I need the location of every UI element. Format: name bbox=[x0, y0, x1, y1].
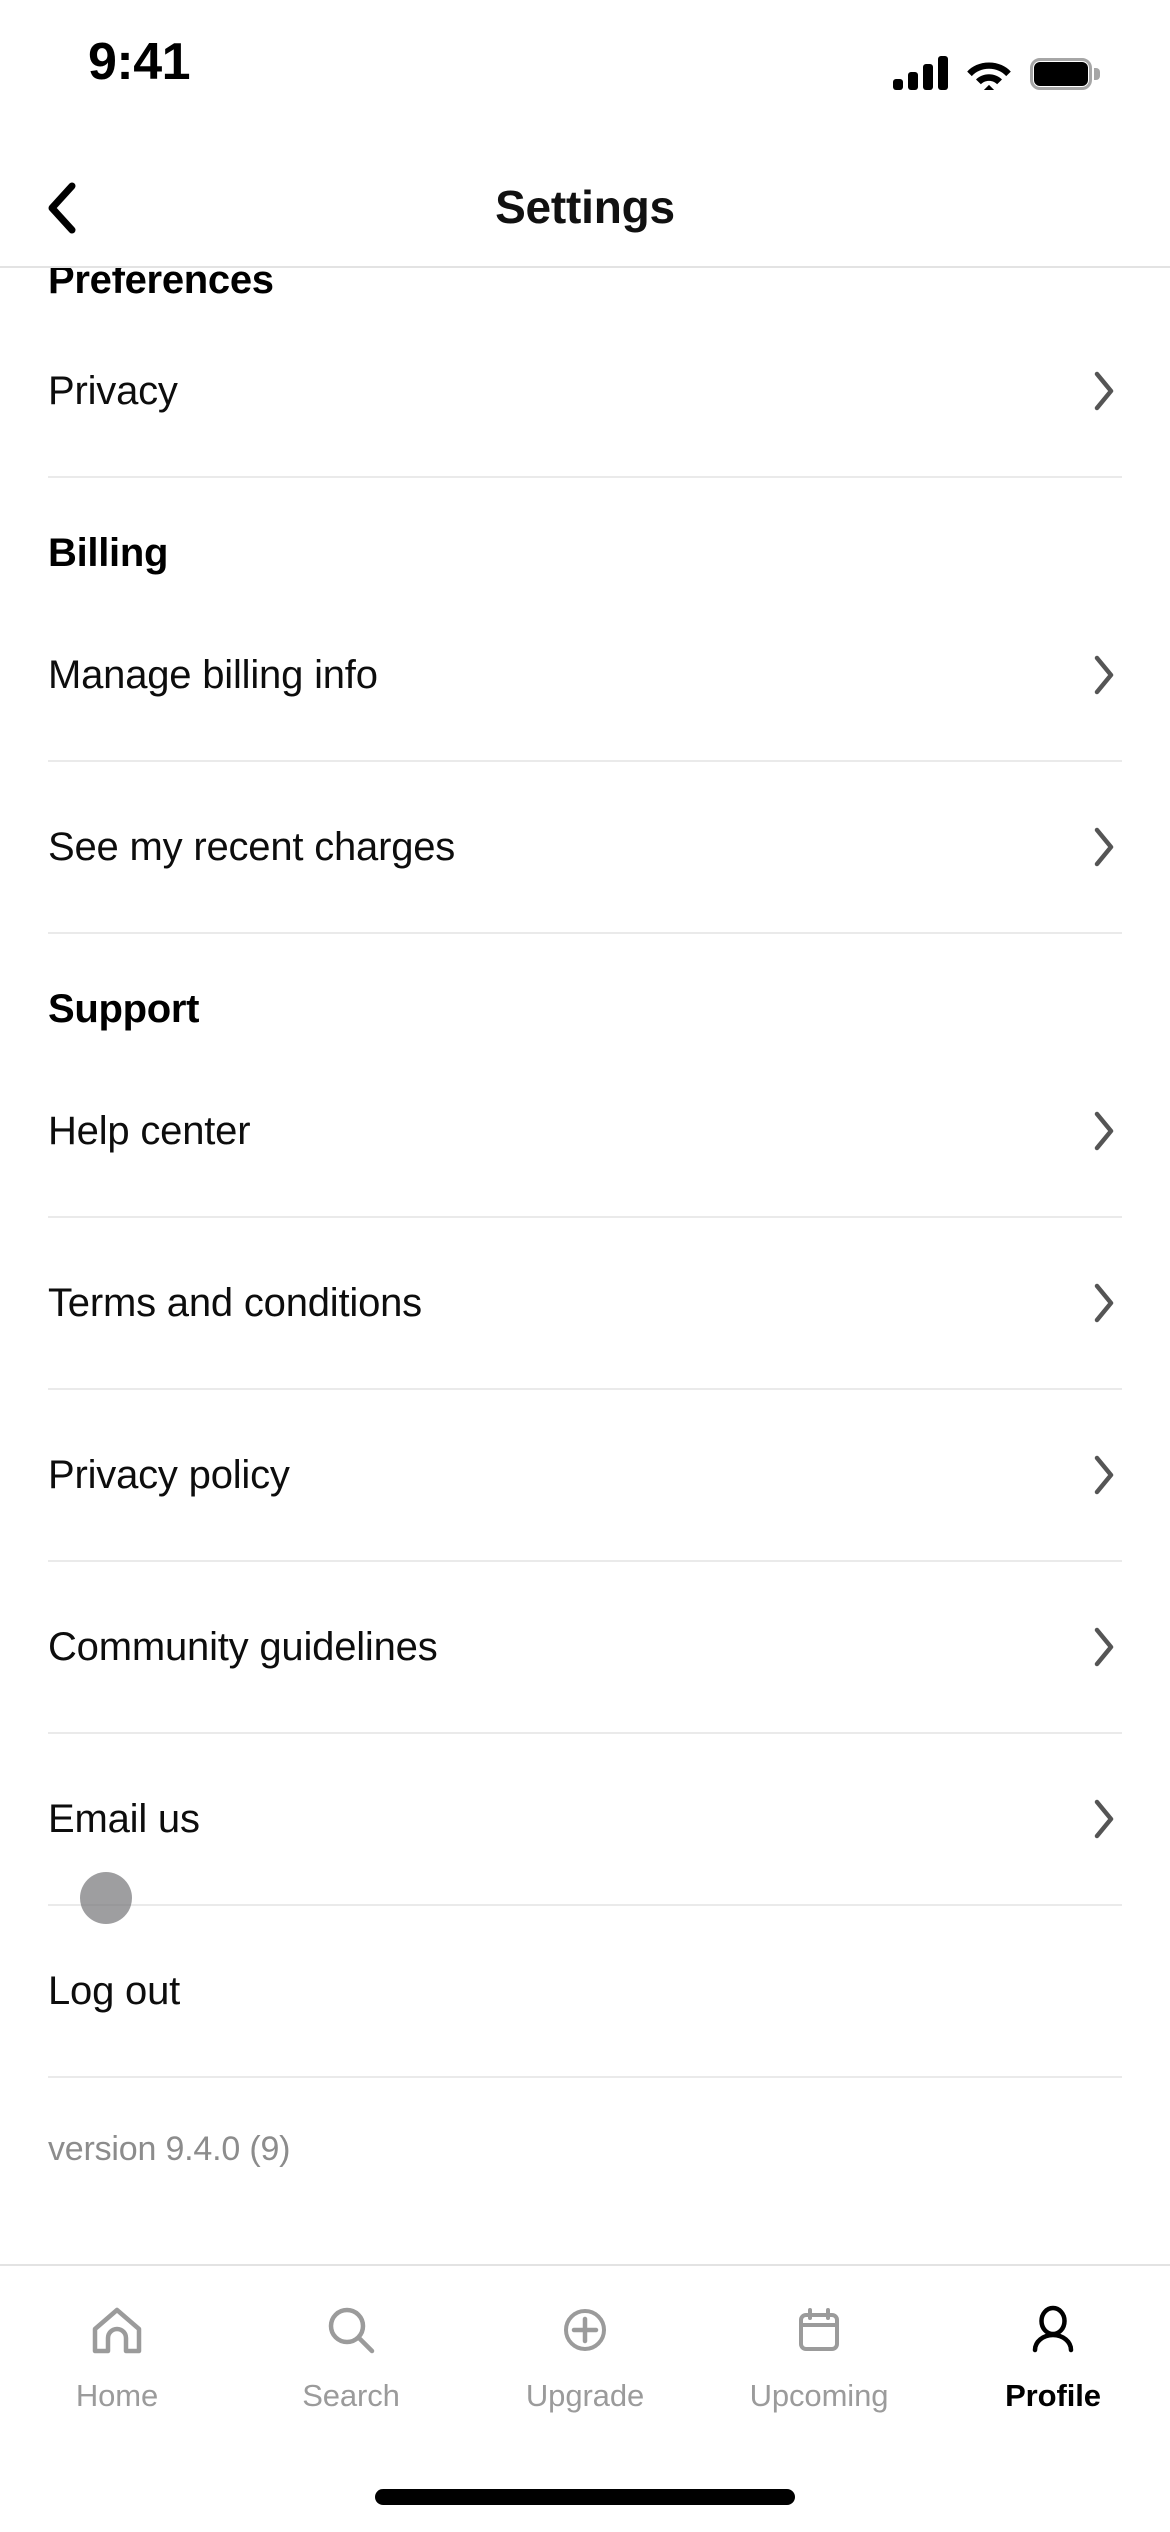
tab-profile[interactable]: Profile bbox=[936, 2300, 1170, 2414]
tab-search[interactable]: Search bbox=[234, 2300, 468, 2414]
settings-row-label: Terms and conditions bbox=[48, 1280, 422, 1325]
calendar-icon bbox=[788, 2300, 850, 2362]
app-version-label: version 9.4.0 (9) bbox=[48, 2130, 291, 2168]
tab-home-label: Home bbox=[75, 2378, 159, 2413]
chevron-right-icon bbox=[1086, 1625, 1116, 1669]
tab-upgrade[interactable]: Upgrade bbox=[468, 2300, 702, 2414]
battery-full-icon bbox=[1030, 58, 1100, 90]
page-title: Settings bbox=[495, 181, 675, 233]
settings-row[interactable]: Privacy policy bbox=[0, 1390, 1170, 1560]
settings-list[interactable]: Preferences Privacy Billing Manage billing … bbox=[0, 268, 1170, 2264]
settings-row[interactable]: Manage billing info bbox=[0, 590, 1170, 760]
tab-search-label: Search bbox=[302, 2378, 400, 2413]
settings-row-label: Help center bbox=[48, 1108, 251, 1153]
home-indicator bbox=[375, 2489, 795, 2505]
chevron-right-icon bbox=[1086, 653, 1116, 697]
chevron-right-icon bbox=[1086, 1281, 1116, 1325]
settings-row[interactable]: Privacy bbox=[0, 306, 1170, 476]
tab-profile-label: Profile bbox=[1005, 2378, 1101, 2413]
tab-upgrade-label: Upgrade bbox=[525, 2378, 645, 2413]
chevron-right-icon bbox=[1086, 1797, 1116, 1841]
chevron-right-icon bbox=[1086, 1109, 1116, 1153]
status-bar-indicators bbox=[893, 46, 1100, 90]
settings-row-label: Manage billing info bbox=[48, 652, 378, 697]
settings-row-label: Email us bbox=[48, 1796, 200, 1841]
house-icon bbox=[86, 2300, 148, 2362]
tab-upcoming-label: Upcoming bbox=[749, 2378, 889, 2413]
search-icon bbox=[320, 2300, 382, 2362]
chevron-right-icon bbox=[1086, 825, 1116, 869]
section-header: Billing bbox=[48, 531, 169, 575]
settings-row[interactable]: Help center bbox=[0, 1046, 1170, 1216]
chevron-right-icon bbox=[1086, 1453, 1116, 1497]
status-bar: 9:41 bbox=[0, 0, 1170, 150]
chevron-right-icon bbox=[1086, 369, 1116, 413]
settings-row[interactable]: Email us bbox=[0, 1734, 1170, 1904]
settings-screen: 9:41 Settings Preferences Privacy Billin… bbox=[0, 0, 1170, 2532]
settings-row-label: Community guidelines bbox=[48, 1624, 438, 1669]
settings-row-label: See my recent charges bbox=[48, 824, 456, 869]
person-icon bbox=[1022, 2300, 1084, 2362]
section-header: Support bbox=[48, 987, 200, 1031]
tab-upcoming[interactable]: Upcoming bbox=[702, 2300, 936, 2414]
settings-row[interactable]: See my recent charges bbox=[0, 762, 1170, 932]
section-header: Preferences bbox=[48, 268, 274, 302]
settings-row-label: Log out bbox=[48, 1968, 181, 2013]
settings-row-label: Privacy bbox=[48, 368, 178, 413]
settings-row[interactable]: Log out bbox=[0, 1906, 1170, 2076]
navigation-bar: Settings bbox=[0, 150, 1170, 268]
plus-circle-icon bbox=[554, 2300, 616, 2362]
cellular-signal-icon bbox=[893, 56, 948, 90]
settings-row[interactable]: Terms and conditions bbox=[0, 1218, 1170, 1388]
tab-home[interactable]: Home bbox=[0, 2300, 234, 2414]
status-bar-time: 9:41 bbox=[88, 33, 191, 91]
settings-row[interactable]: Community guidelines bbox=[0, 1562, 1170, 1732]
wifi-icon bbox=[966, 56, 1012, 90]
settings-row-label: Privacy policy bbox=[48, 1452, 290, 1497]
